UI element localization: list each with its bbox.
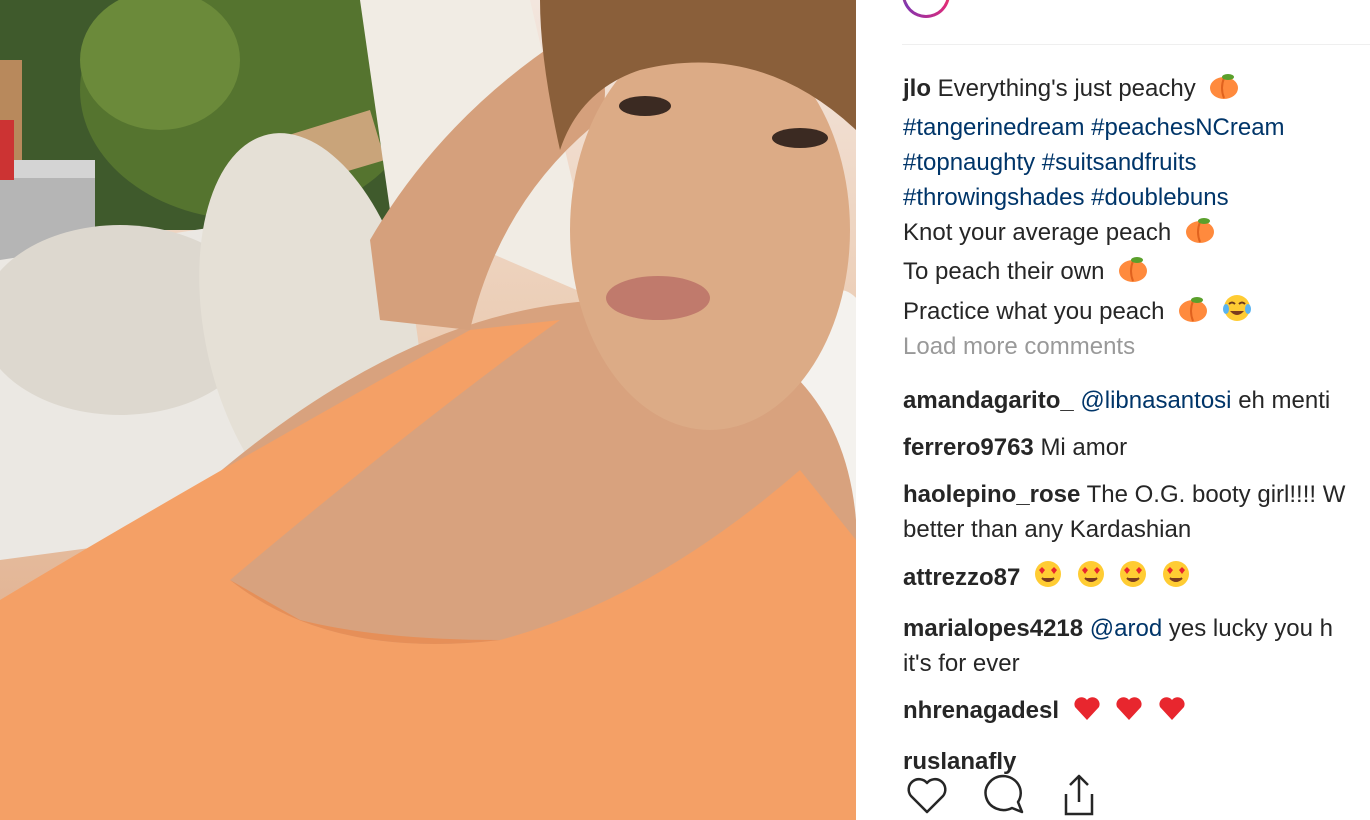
caption-text: Everything's just peachy — [937, 75, 1196, 102]
peach-emoji-icon — [1177, 295, 1209, 333]
comment-username[interactable]: ferrero9763 — [903, 434, 1034, 461]
heart-eyes-emoji-icon — [1118, 559, 1148, 599]
comments-scroll-edge — [856, 734, 1370, 752]
heart-eyes-emoji-icon — [1076, 559, 1106, 599]
comment-item: attrezzo87 — [903, 559, 1370, 599]
post-photo-illustration — [0, 0, 856, 820]
load-more-comments-link[interactable]: Load more comments — [903, 333, 1135, 361]
heart-icon — [902, 777, 952, 820]
comment-text: The O.G. booty girl!!!! W — [1086, 481, 1346, 508]
peach-emoji-icon — [1184, 216, 1216, 254]
share-button[interactable] — [1054, 770, 1104, 820]
like-button[interactable] — [902, 770, 952, 820]
comment-text-continued: it's for ever — [903, 650, 1020, 677]
post-side-panel: jlo Everything's just peachy #tangerined… — [856, 0, 1370, 820]
comment-text: eh menti — [1238, 387, 1331, 414]
caption-line-1: jlo Everything's just peachy — [903, 71, 1370, 110]
comment-text: yes lucky you h — [1168, 615, 1333, 642]
comment-mention[interactable]: @libnasantosi — [1080, 387, 1231, 414]
comments-list: amandagarito_ @libnasantosi eh menti fer… — [903, 383, 1370, 791]
caption-text: Practice what you peach — [903, 298, 1165, 325]
peach-emoji-icon — [1208, 72, 1240, 110]
comment-button[interactable] — [978, 770, 1028, 820]
caption-line-6: To peach their own — [903, 254, 1370, 293]
caption-hashtags-1[interactable]: #tangerinedream #peachesNCream — [903, 110, 1370, 145]
caption-username[interactable]: jlo — [903, 75, 931, 102]
caption-text: To peach their own — [903, 258, 1105, 285]
caption-text: Knot your average peach — [903, 219, 1172, 246]
red-heart-emoji-icon — [1157, 694, 1187, 732]
avatar[interactable] — [902, 0, 950, 18]
tears-of-joy-emoji-icon — [1222, 293, 1252, 333]
red-heart-emoji-icon — [1114, 694, 1144, 732]
share-icon — [1054, 774, 1104, 820]
caption-hashtags-2[interactable]: #topnaughty #suitsandfruits — [903, 145, 1370, 180]
comment-item: ferrero9763 Mi amor — [903, 430, 1370, 465]
heart-eyes-emoji-group — [1027, 561, 1191, 591]
heart-eyes-emoji-icon — [1161, 559, 1191, 599]
comment-username[interactable]: haolepino_rose — [903, 481, 1080, 508]
header-divider — [902, 44, 1370, 45]
comment-username[interactable]: attrezzo87 — [903, 564, 1020, 591]
red-heart-emoji-icon — [1072, 694, 1102, 732]
comment-text-continued: better than any Kardashian — [903, 516, 1192, 543]
caption-line-5: Knot your average peach — [903, 215, 1370, 254]
comment-username[interactable]: nhrenagadesl — [903, 697, 1059, 724]
comment-username[interactable]: amandagarito_ — [903, 387, 1074, 414]
post-photo[interactable] — [0, 0, 856, 820]
red-heart-emoji-group — [1066, 697, 1187, 724]
caption-hashtags-3[interactable]: #throwingshades #doublebuns — [903, 180, 1370, 215]
caption-line-7: Practice what you peach — [903, 293, 1370, 333]
comment-mention[interactable]: @arod — [1090, 615, 1162, 642]
heart-eyes-emoji-icon — [1033, 559, 1063, 599]
comment-text: Mi amor — [1040, 434, 1128, 461]
post-caption: jlo Everything's just peachy #tangerined… — [903, 71, 1370, 333]
comment-item: amandagarito_ @libnasantosi eh menti — [903, 383, 1370, 418]
comment-item: haolepino_rose The O.G. booty girl!!!! W… — [903, 477, 1370, 547]
comment-icon — [978, 774, 1028, 820]
comment-item: marialopes4218 @arod yes lucky you h it'… — [903, 611, 1370, 681]
comment-item: nhrenagadesl — [903, 693, 1370, 732]
peach-emoji-icon — [1117, 255, 1149, 293]
comment-username[interactable]: marialopes4218 — [903, 615, 1083, 642]
